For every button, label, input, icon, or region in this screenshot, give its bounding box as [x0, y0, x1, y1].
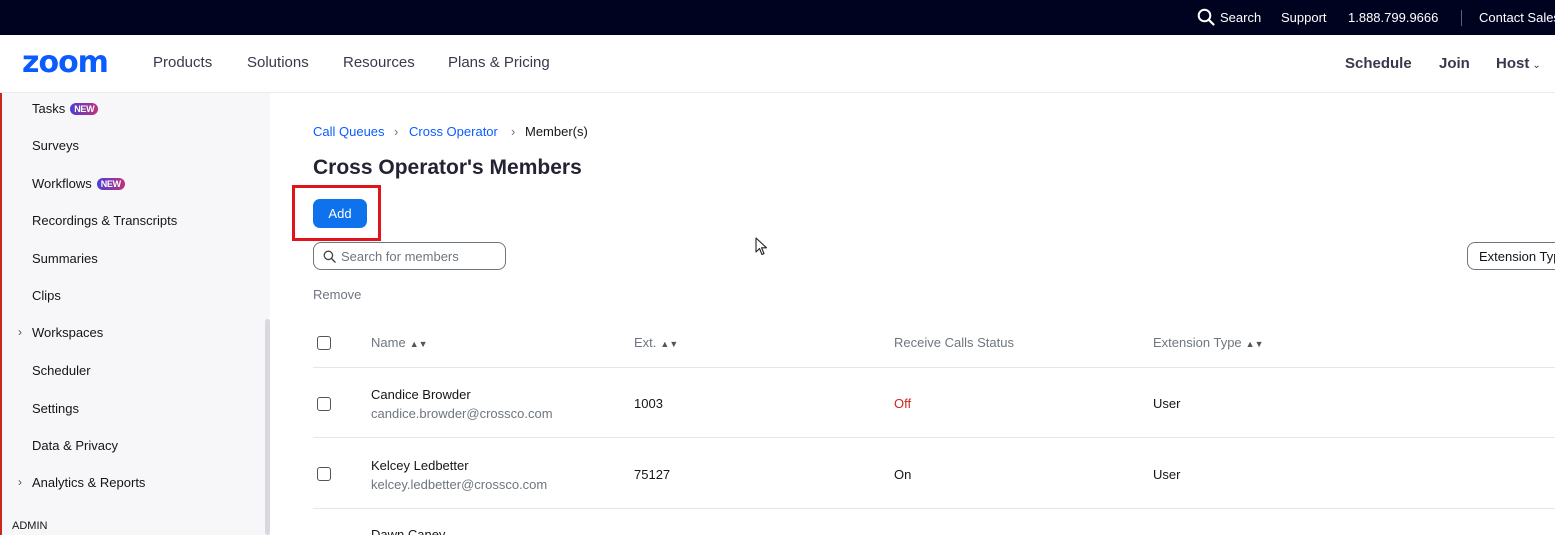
member-type: User: [1153, 396, 1181, 411]
chevron-right-icon[interactable]: ›: [18, 475, 22, 489]
row-checkbox[interactable]: [317, 467, 331, 481]
breadcrumb-cross-operator[interactable]: Cross Operator: [409, 124, 498, 139]
member-name: Kelcey Ledbetter: [371, 458, 469, 473]
row-checkbox[interactable]: [317, 397, 331, 411]
new-badge: NEW: [70, 103, 99, 115]
member-email: candice.browder@crossco.com: [371, 406, 553, 421]
mouse-cursor-icon: [755, 237, 768, 256]
sidebar-item-summaries[interactable]: Summaries: [32, 251, 98, 266]
row-divider: [313, 367, 1555, 368]
member-ext: 75127: [634, 467, 671, 482]
sidebar-item-label: Workspaces: [32, 325, 104, 340]
sidebar-item-recordings[interactable]: Recordings & Transcripts: [32, 213, 177, 228]
sidebar-item-label: Summaries: [32, 251, 98, 266]
sort-icon: ▲▼: [409, 339, 428, 349]
sidebar-item-label: Tasks: [32, 101, 66, 116]
sidebar-item-workspaces[interactable]: Workspaces: [32, 325, 103, 340]
search-icon[interactable]: [1197, 8, 1215, 26]
sidebar-item-surveys[interactable]: Surveys: [32, 138, 79, 153]
sidebar-item-tasks[interactable]: Tasks NEW: [32, 101, 99, 116]
sidebar-item-label: Workflows: [32, 176, 92, 191]
column-header-label: Name: [371, 335, 406, 350]
sidebar-item-label: Analytics & Reports: [32, 475, 146, 490]
column-header-ext[interactable]: Ext. ▲▼: [634, 335, 678, 350]
utility-contact-sales-link[interactable]: Contact Sales: [1479, 10, 1555, 25]
sort-icon: ▲▼: [660, 339, 679, 349]
chevron-right-icon[interactable]: ›: [18, 325, 22, 339]
select-all-checkbox[interactable]: [317, 336, 331, 350]
highlight-box: [292, 185, 381, 241]
column-header-label: Ext.: [634, 335, 657, 350]
member-email: kelcey.ledbetter@crossco.com: [371, 477, 548, 492]
search-field[interactable]: [313, 242, 506, 270]
new-badge: NEW: [96, 178, 125, 190]
member-status: On: [894, 467, 912, 482]
utility-phone-link[interactable]: 1.888.799.9666: [1348, 10, 1438, 25]
utility-support-link[interactable]: Support: [1281, 10, 1327, 25]
sidebar-scrollbar[interactable]: [265, 319, 270, 535]
breadcrumb-call-queues[interactable]: Call Queues: [313, 124, 385, 139]
sidebar-item-label: Data & Privacy: [32, 438, 118, 453]
sidebar-item-label: Recordings & Transcripts: [32, 213, 178, 228]
sidebar-item-label: Settings: [32, 401, 79, 416]
nav-schedule[interactable]: Schedule: [1345, 55, 1412, 72]
column-header-label: Extension Type: [1153, 335, 1242, 350]
nav-plans-pricing[interactable]: Plans & Pricing: [448, 54, 550, 71]
nav-host-label: Host: [1496, 55, 1530, 72]
sidebar-item-scheduler[interactable]: Scheduler: [32, 363, 91, 378]
column-header-status: Receive Calls Status: [894, 335, 1014, 350]
extension-type-filter[interactable]: Extension Type: [1467, 242, 1555, 270]
member-status: Off: [894, 396, 912, 411]
nav-host[interactable]: Host ⌄: [1496, 55, 1541, 72]
utility-search-link[interactable]: Search: [1220, 10, 1261, 25]
sidebar-item-label: Surveys: [32, 138, 79, 153]
search-input[interactable]: [341, 247, 501, 266]
sidebar-item-label: Clips: [32, 288, 61, 303]
utility-divider: [1461, 10, 1462, 26]
breadcrumb-separator-icon: ›: [511, 124, 516, 139]
sidebar-item-workflows[interactable]: Workflows NEW: [32, 176, 125, 191]
breadcrumb-current: Member(s): [525, 124, 588, 139]
column-header-name[interactable]: Name ▲▼: [371, 335, 428, 350]
member-type: User: [1153, 467, 1181, 482]
main-nav: zoom Products Solutions Resources Plans …: [0, 35, 1555, 93]
sidebar: Tasks NEW Surveys Workflows NEW Recordings…: [0, 93, 270, 535]
zoom-logo[interactable]: zoom: [22, 48, 109, 78]
row-divider: [313, 508, 1555, 509]
member-name: Dawn Caney: [371, 527, 446, 535]
sidebar-item-data-privacy[interactable]: Data & Privacy: [32, 438, 118, 453]
sidebar-item-settings[interactable]: Settings: [32, 401, 79, 416]
member-name: Candice Browder: [371, 387, 471, 402]
member-ext: 1003: [634, 396, 663, 411]
nav-join[interactable]: Join: [1439, 55, 1470, 72]
sort-icon: ▲▼: [1245, 339, 1264, 349]
nav-products[interactable]: Products: [153, 54, 212, 71]
sidebar-item-analytics[interactable]: Analytics & Reports: [32, 475, 145, 490]
nav-solutions[interactable]: Solutions: [247, 54, 309, 71]
remove-button[interactable]: Remove: [313, 287, 361, 302]
chevron-down-icon: ⌄: [1532, 60, 1541, 71]
page-title: Cross Operator's Members: [313, 156, 582, 179]
sidebar-item-label: Scheduler: [32, 363, 91, 378]
utility-bar: Search Support 1.888.799.9666 Contact Sa…: [0, 0, 1555, 35]
search-icon: [323, 250, 336, 263]
row-divider: [313, 437, 1555, 438]
breadcrumb-separator-icon: ›: [394, 124, 399, 139]
sidebar-section-admin: ADMIN: [12, 520, 48, 532]
nav-resources[interactable]: Resources: [343, 54, 415, 71]
sidebar-item-clips[interactable]: Clips: [32, 288, 61, 303]
column-header-type[interactable]: Extension Type ▲▼: [1153, 335, 1263, 350]
